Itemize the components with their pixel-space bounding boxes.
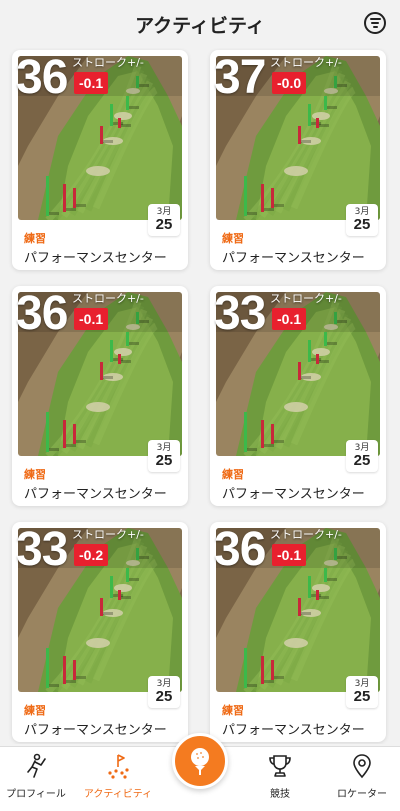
location-pin-icon	[353, 754, 371, 779]
nav-profile-label: プロフィール	[6, 789, 66, 800]
activity-type: 練習	[222, 468, 244, 481]
nav-competition-label: 競技	[270, 789, 290, 800]
date-badge: 3月 25	[346, 440, 378, 472]
golf-ball-tee-icon	[191, 748, 209, 775]
date-badge: 3月 25	[346, 676, 378, 708]
venue-name: パフォーマンスセンター	[222, 487, 365, 502]
venue-name: パフォーマンスセンター	[24, 723, 167, 738]
nav-activity[interactable]: アクティビティ	[78, 753, 158, 800]
date-badge: 3月 25	[346, 204, 378, 236]
venue-name: パフォーマンスセンター	[24, 251, 167, 266]
activity-card[interactable]: 33 ストローク+/- -0.1 3月 25 練習 パフォーマンスセンター	[210, 286, 386, 506]
venue-name: パフォーマンスセンター	[24, 487, 167, 502]
score-value: 33	[214, 287, 266, 340]
activity-type: 練習	[24, 232, 46, 245]
stroke-diff-badge: -0.1	[74, 308, 109, 330]
score-value: 36	[214, 523, 266, 576]
score-value: 36	[16, 287, 68, 340]
flag-range-icon	[108, 754, 129, 779]
stroke-label: ストローク+/-	[72, 292, 144, 305]
activity-grid: 36 ストローク+/- -0.1 3月 25 練習 パフォーマンスセンター 37…	[0, 44, 400, 744]
stroke-diff-badge: -0.1	[74, 72, 109, 94]
date-badge: 3月 25	[148, 440, 180, 472]
activity-type: 練習	[24, 704, 46, 717]
activity-type: 練習	[222, 232, 244, 245]
activity-card[interactable]: 33 ストローク+/- -0.2 3月 25 練習 パフォーマンスセンター	[12, 522, 188, 742]
date-badge: 3月 25	[148, 676, 180, 708]
activity-type: 練習	[24, 468, 46, 481]
score-value: 37	[214, 51, 266, 104]
stroke-label: ストローク+/-	[270, 528, 342, 541]
golf-ball-tee-button[interactable]	[172, 733, 228, 789]
menu-circle-icon[interactable]	[364, 12, 386, 34]
date-day: 25	[353, 688, 371, 705]
venue-name: パフォーマンスセンター	[222, 251, 365, 266]
activity-card[interactable]: 36 ストローク+/- -0.1 3月 25 練習 パフォーマンスセンター	[12, 286, 188, 506]
stroke-diff-badge: -0.1	[272, 308, 307, 330]
bottom-nav: プロフィール アクティビティ 競技 ロケーター	[0, 733, 400, 811]
stroke-label: ストローク+/-	[270, 292, 342, 305]
score-value: 33	[16, 523, 68, 576]
activity-card[interactable]: 36 ストローク+/- -0.1 3月 25 練習 パフォーマンスセンター	[210, 522, 386, 742]
page-title: アクティビティ	[135, 14, 265, 37]
nav-activity-label: アクティビティ	[83, 789, 153, 800]
venue-name: パフォーマンスセンター	[222, 723, 365, 738]
activity-type: 練習	[222, 704, 244, 717]
stroke-diff-badge: -0.2	[74, 544, 109, 566]
nav-competition[interactable]: 競技	[240, 753, 320, 800]
stroke-label: ストローク+/-	[72, 56, 144, 69]
stroke-label: ストローク+/-	[270, 56, 342, 69]
golfer-icon	[27, 753, 46, 778]
stroke-diff-badge: -0.0	[272, 72, 307, 94]
nav-locator-label: ロケーター	[337, 789, 387, 800]
date-day: 25	[353, 216, 371, 233]
date-badge: 3月 25	[148, 204, 180, 236]
nav-profile[interactable]: プロフィール	[0, 753, 76, 800]
app-header: アクティビティ	[0, 0, 400, 48]
nav-locator[interactable]: ロケーター	[322, 753, 400, 800]
stroke-label: ストローク+/-	[72, 528, 144, 541]
score-value: 36	[16, 51, 68, 104]
trophy-icon	[269, 755, 291, 777]
activity-card[interactable]: 37 ストローク+/- -0.0 3月 25 練習 パフォーマンスセンター	[210, 50, 386, 270]
activity-card[interactable]: 36 ストローク+/- -0.1 3月 25 練習 パフォーマンスセンター	[12, 50, 188, 270]
date-day: 25	[155, 452, 173, 469]
date-day: 25	[155, 216, 173, 233]
stroke-diff-badge: -0.1	[272, 544, 307, 566]
date-day: 25	[155, 688, 173, 705]
date-day: 25	[353, 452, 371, 469]
